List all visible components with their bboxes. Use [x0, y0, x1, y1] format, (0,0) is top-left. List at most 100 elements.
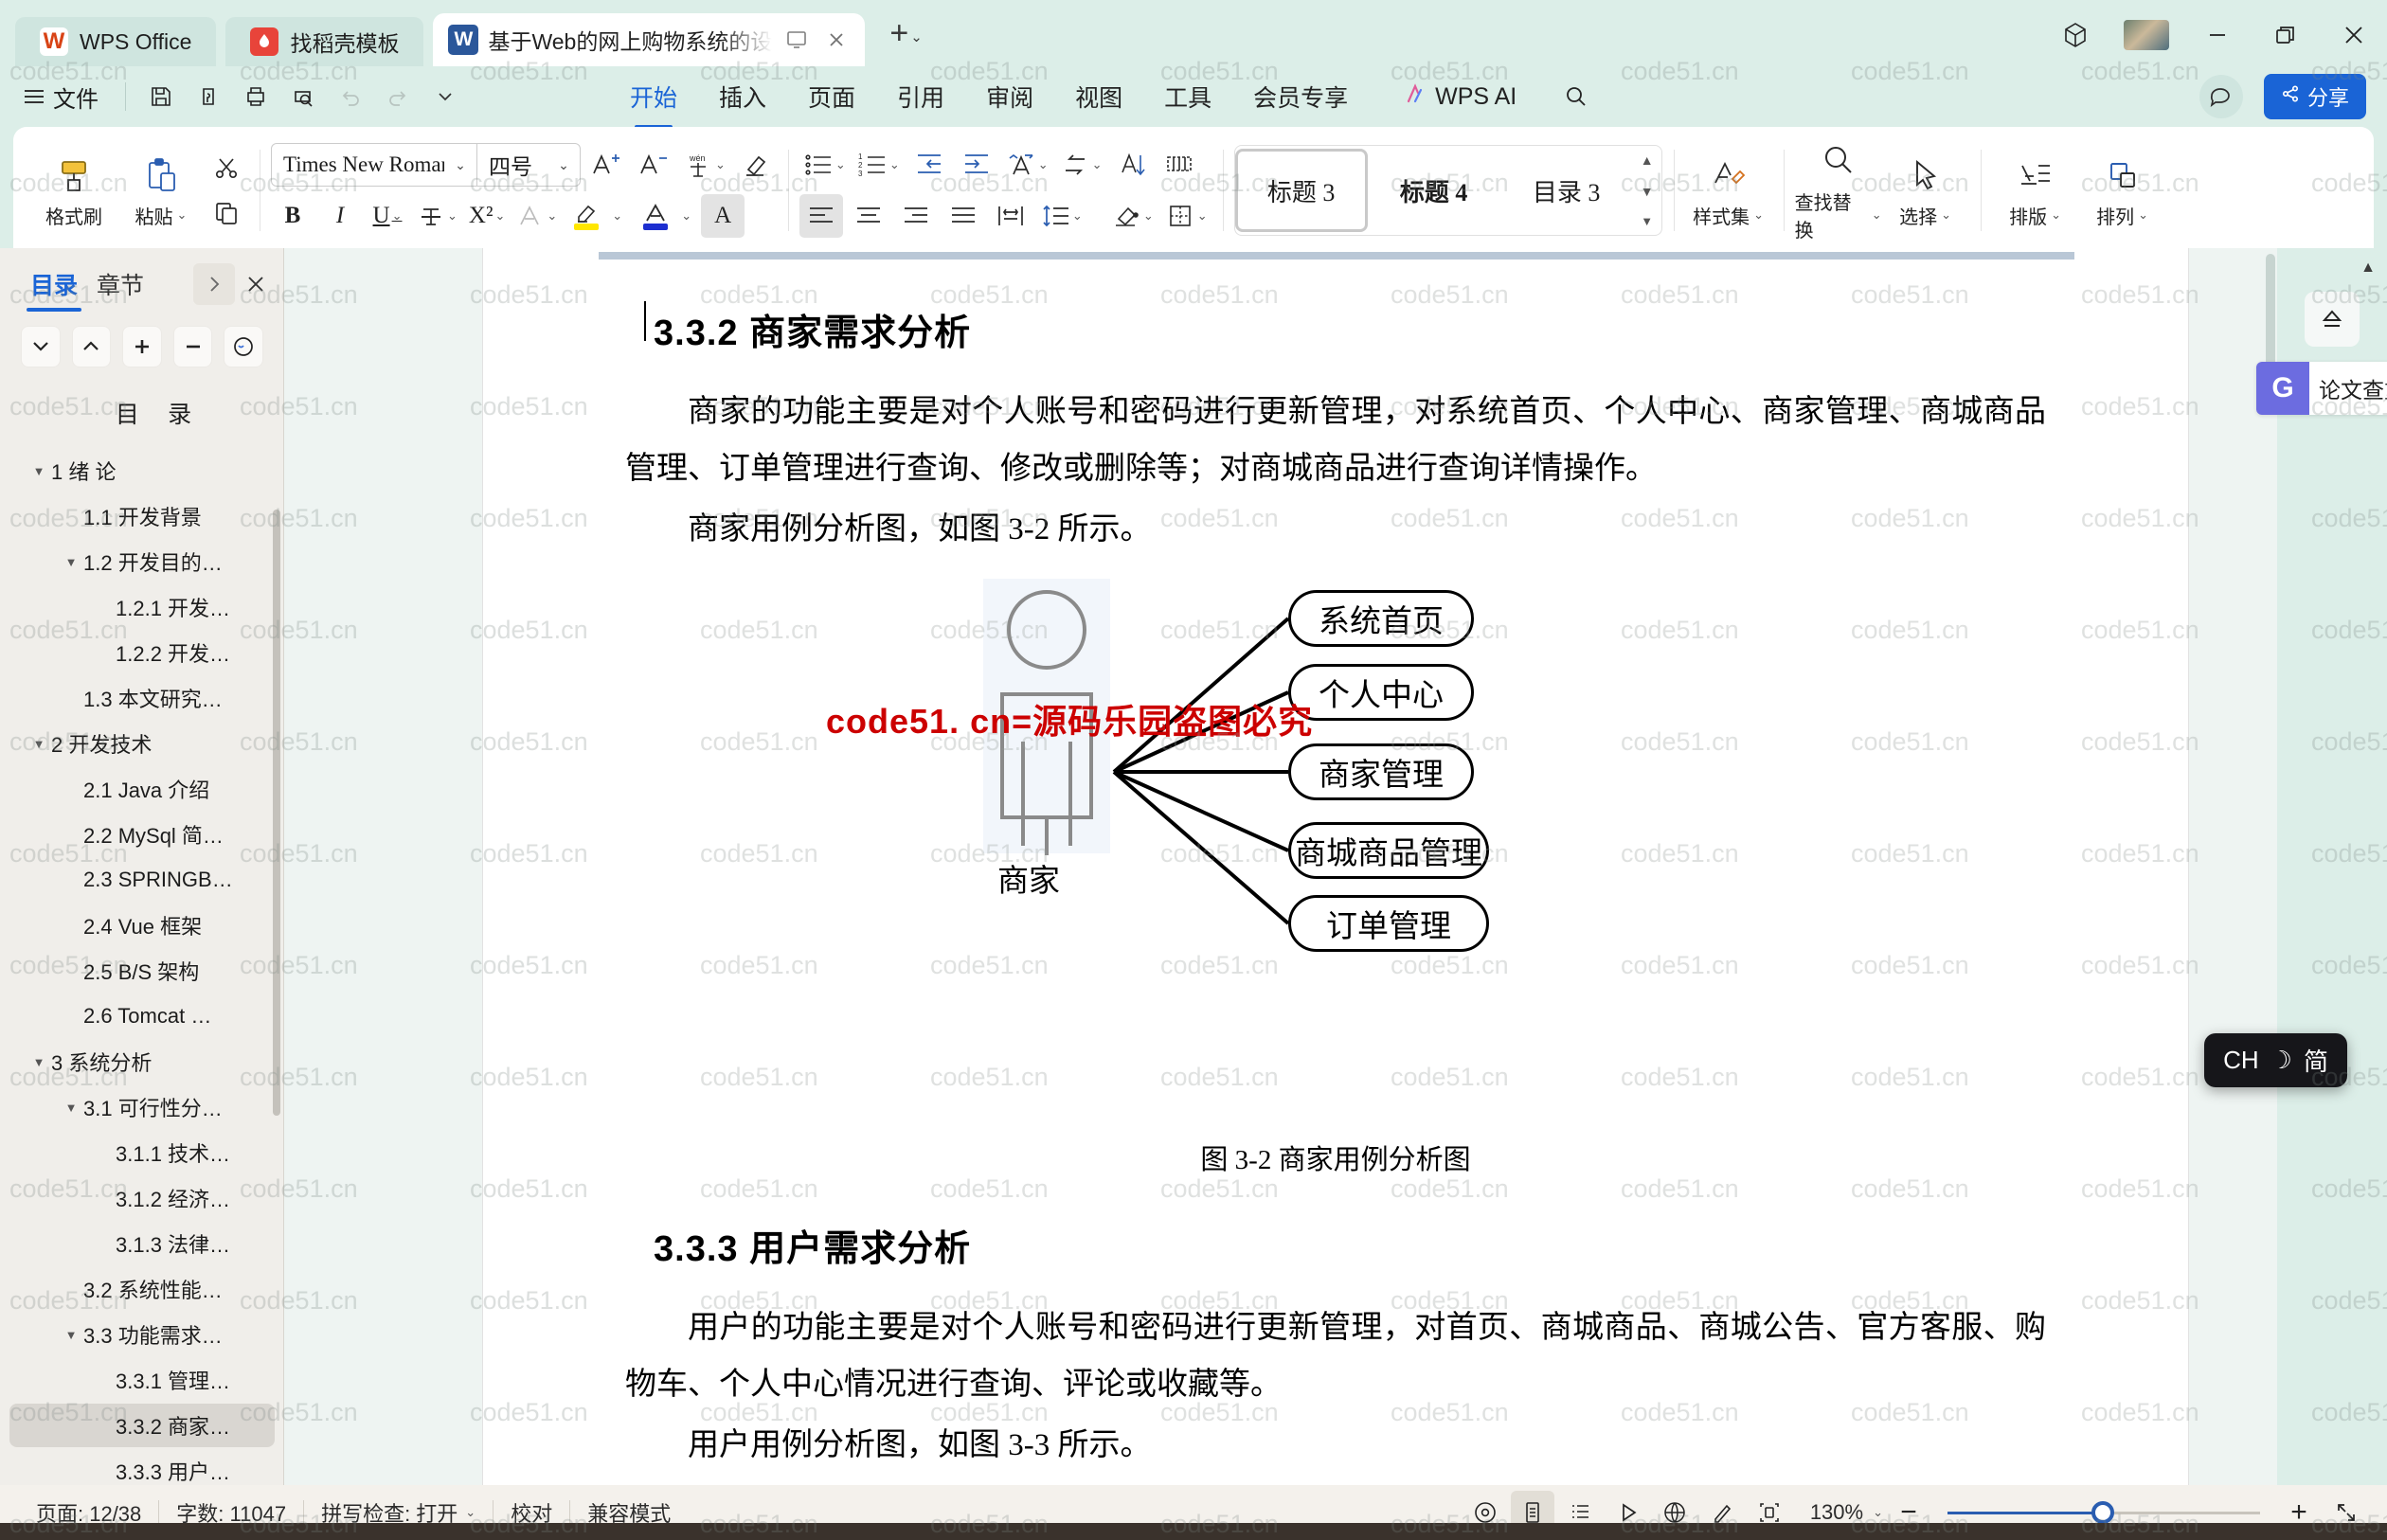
arrange-button[interactable]: 排列 ⌄ [2079, 138, 2166, 242]
paragraph-shading-icon[interactable]: ⌄ [1107, 194, 1158, 238]
use-case-system-home[interactable]: 系统首页 [1288, 590, 1474, 648]
paper-check-chip[interactable]: G 论文查重 [2256, 362, 2387, 415]
character-shading-icon[interactable]: A [701, 194, 745, 238]
ime-indicator[interactable]: CH ☽ 简 [2204, 1033, 2347, 1087]
numbered-list-icon[interactable]: 123 ⌄ [853, 143, 904, 187]
collapse-all-icon[interactable] [172, 326, 213, 367]
strikethrough-icon[interactable]: ⌄ [413, 194, 461, 238]
clear-formatting-icon[interactable] [733, 143, 777, 187]
document-page[interactable]: 3.3.2 商家需求分析 商家的功能主要是对个人账号和密码进行更新管理，对系统首… [483, 248, 2188, 1485]
print-search-icon[interactable] [281, 75, 325, 118]
italic-button[interactable]: I [318, 194, 362, 238]
twisty-collapse-icon[interactable]: ▼ [59, 555, 83, 569]
toc-item[interactable]: ▼ 1 绪 论 [9, 449, 275, 492]
search-icon[interactable] [1554, 75, 1598, 118]
toc-item[interactable]: ▼ 2 开发技术 [9, 722, 275, 765]
styles-scroll-down-icon[interactable]: ▼ [1641, 184, 1654, 199]
tab-review[interactable]: 审阅 [965, 72, 1054, 121]
styles-scroll-up-icon[interactable]: ▲ [1641, 152, 1654, 168]
styles-scroll-more-icon[interactable]: ▼ [1641, 214, 1653, 228]
toc-item[interactable]: 3.1.2 经济… [9, 1176, 275, 1220]
sidebar-tab-chapter[interactable]: 章节 [87, 261, 153, 307]
collapse-up-icon[interactable] [71, 326, 112, 367]
use-case-personal-center[interactable]: 个人中心 [1288, 664, 1474, 722]
minimize-icon[interactable] [2198, 15, 2237, 55]
toc-item[interactable]: ▼ 1.2 开发目的… [9, 540, 275, 583]
document-scrollbar[interactable] [2266, 254, 2275, 367]
use-case-mall-product-management[interactable]: 商城商品管理 [1288, 822, 1489, 880]
toc-item[interactable]: ▼ 3.1 可行性分… [9, 1085, 275, 1129]
bullet-list-icon[interactable]: ⌄ [799, 143, 850, 187]
distribute-icon[interactable] [989, 194, 1032, 238]
new-tab-button[interactable]: + ⌄ [874, 13, 927, 66]
tab-insert[interactable]: 插入 [698, 72, 787, 121]
restore-icon[interactable] [2266, 15, 2306, 55]
twisty-collapse-icon[interactable]: ▼ [59, 1328, 83, 1342]
highlight-color-icon[interactable] [565, 194, 608, 238]
expand-all-icon[interactable] [122, 326, 162, 367]
font-family-dropdown-icon[interactable]: ⌄ [444, 144, 476, 186]
paste-button[interactable]: 粘贴 ⌄ [117, 138, 205, 242]
toc-item[interactable]: ▼ 3 系统分析 [9, 1040, 275, 1083]
tab-start[interactable]: 开始 [609, 72, 698, 121]
line-spacing-icon[interactable]: ⌄ [1036, 194, 1086, 238]
justify-icon[interactable] [942, 194, 985, 238]
typeset-button[interactable]: 排版 ⌄ [1992, 138, 2079, 242]
font-family-input[interactable]: Times New Roman [272, 152, 444, 177]
share-button[interactable]: 分享 [2263, 74, 2366, 119]
avatar[interactable] [2124, 20, 2169, 50]
increase-indent-icon[interactable] [955, 143, 998, 187]
bold-button[interactable]: B [271, 194, 314, 238]
use-case-diagram-merchant[interactable]: 商家 code51. cn=源码乐园盗图必究 系统首页 个人中心 商家管理 商城… [625, 571, 2046, 1120]
highlight-dropdown-icon[interactable]: ⌄ [612, 208, 622, 224]
slider-knob[interactable] [2091, 1501, 2114, 1524]
font-color-dropdown-icon[interactable]: ⌄ [681, 208, 691, 224]
toc-item[interactable]: 1.2.2 开发… [9, 631, 275, 674]
style-set-button[interactable]: 样式集 ⌄ [1685, 138, 1772, 242]
sidebar-tab-toc[interactable]: 目录 [21, 261, 87, 312]
save-icon[interactable] [139, 75, 183, 118]
print-preview-icon[interactable] [187, 75, 230, 118]
font-size-dropdown-icon[interactable]: ⌄ [547, 144, 580, 186]
tab-docer-templates[interactable]: 找稻壳模板 [225, 17, 424, 66]
scroll-up-caret-icon[interactable]: ▲ [2360, 260, 2376, 277]
font-color-icon[interactable] [634, 194, 677, 238]
find-replace-button[interactable]: 查找替换 ⌄ [1795, 138, 1882, 242]
chevron-right-icon[interactable] [193, 263, 235, 305]
undo-icon[interactable] [329, 75, 372, 118]
use-case-order-management[interactable]: 订单管理 [1288, 895, 1489, 953]
toc-item[interactable]: 1.1 开发背景 [9, 494, 275, 538]
tab-member[interactable]: 会员专享 [1232, 72, 1369, 121]
toc-item[interactable]: 2.1 Java 介绍 [9, 767, 275, 811]
twisty-collapse-icon[interactable]: ▼ [59, 1101, 83, 1115]
copy-icon[interactable] [205, 193, 248, 233]
toc-item[interactable]: 3.3.1 管理… [9, 1358, 275, 1402]
tab-view[interactable]: 视图 [1054, 72, 1143, 121]
tab-tools[interactable]: 工具 [1143, 72, 1232, 121]
expand-down-icon[interactable] [21, 326, 61, 367]
toc-item[interactable]: 3.2 系统性能… [9, 1267, 275, 1311]
toc-item[interactable]: 1.2.1 开发… [9, 585, 275, 629]
style-item-heading3[interactable]: 标题 3 [1234, 149, 1368, 232]
superscript-button[interactable]: X² ⌄ [465, 194, 509, 238]
comment-icon[interactable] [2199, 75, 2243, 118]
chevron-down-icon[interactable] [423, 75, 467, 118]
document-viewport[interactable]: 3.3.2 商家需求分析 商家的功能主要是对个人账号和密码进行更新管理，对系统首… [284, 248, 2387, 1485]
decrease-font-size-icon[interactable] [632, 143, 675, 187]
scissors-icon[interactable] [205, 148, 248, 188]
format-painter-button[interactable]: 格式刷 [30, 138, 117, 242]
print-icon[interactable] [234, 75, 278, 118]
underline-button[interactable]: U ⌄ [366, 194, 409, 238]
file-menu-button[interactable]: 文件 [21, 77, 112, 117]
toc-item[interactable]: 3.3.3 用户… [9, 1449, 275, 1485]
tab-references[interactable]: 引用 [876, 72, 965, 121]
decrease-indent-icon[interactable] [907, 143, 951, 187]
asian-layout-icon[interactable]: ⌄ [1002, 143, 1052, 187]
twisty-collapse-icon[interactable]: ▼ [27, 1055, 51, 1069]
close-icon[interactable] [235, 263, 277, 305]
align-left-icon[interactable] [799, 194, 843, 238]
toc-item[interactable]: 3.1.3 法律… [9, 1222, 275, 1265]
present-icon[interactable] [781, 25, 812, 55]
toc-item[interactable]: ▼ 3.3 功能需求… [9, 1313, 275, 1356]
tab-document[interactable]: W 基于Web的网上购物系统的设 [433, 13, 866, 66]
